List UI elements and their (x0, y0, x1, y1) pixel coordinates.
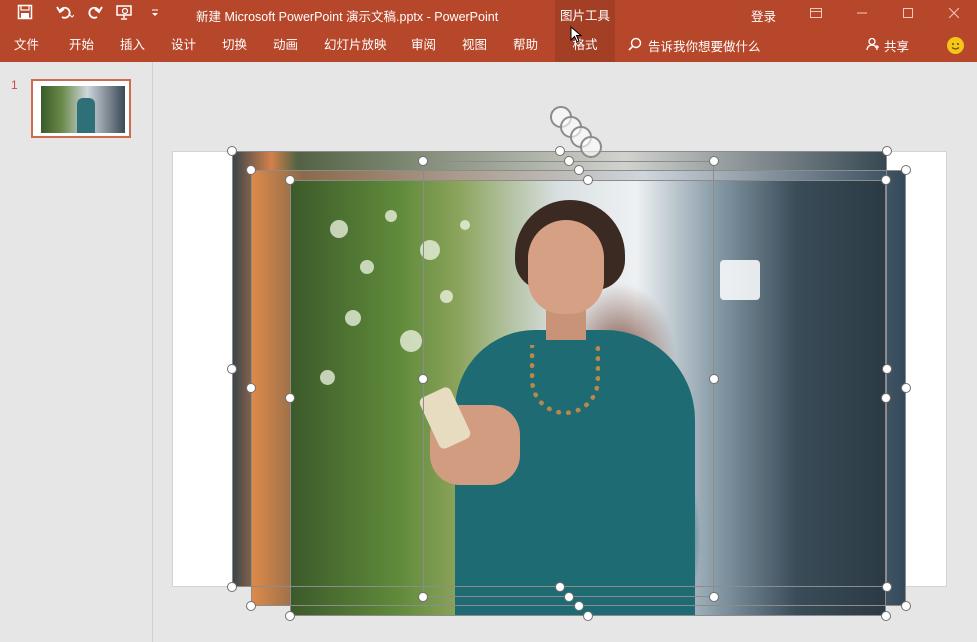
resize-handle[interactable] (882, 582, 892, 592)
minimize-icon (857, 5, 867, 23)
tab-review[interactable]: 审阅 (411, 28, 436, 62)
resize-handle[interactable] (563, 592, 574, 602)
search-icon (628, 37, 642, 54)
tab-slideshow[interactable]: 幻灯片放映 (324, 28, 387, 62)
undo-button[interactable] (50, 0, 80, 28)
tell-me-search[interactable]: 告诉我你想要做什么 (628, 28, 761, 62)
customize-qat-icon (150, 5, 160, 23)
resize-handle[interactable] (285, 393, 295, 403)
close-button[interactable] (931, 0, 977, 28)
close-icon (948, 5, 960, 23)
resize-handle[interactable] (709, 592, 719, 602)
resize-handle[interactable] (246, 165, 256, 175)
undo-icon (56, 4, 75, 25)
ribbon-display-options-button[interactable] (793, 0, 839, 28)
resize-handle[interactable] (554, 582, 565, 592)
rotate-handle-icon[interactable] (580, 136, 602, 158)
resize-handle[interactable] (709, 156, 719, 166)
ribbon-tabs: 文件 开始 插入 设计 切换 动画 幻灯片放映 审阅 视图 帮助 格式 告诉我你… (0, 28, 977, 62)
save-button[interactable] (0, 0, 50, 28)
resize-handle[interactable] (246, 601, 256, 611)
quick-access-toolbar (0, 0, 170, 28)
resize-handle[interactable] (881, 393, 891, 403)
redo-button[interactable] (80, 0, 110, 28)
tab-insert[interactable]: 插入 (120, 28, 145, 62)
maximize-icon (903, 5, 913, 23)
tell-me-label: 告诉我你想要做什么 (648, 39, 761, 54)
login-link[interactable]: 登录 (751, 6, 776, 25)
customize-qat-button[interactable] (140, 0, 170, 28)
tab-view[interactable]: 视图 (462, 28, 487, 62)
resize-handle[interactable] (285, 611, 295, 621)
redo-icon (87, 4, 103, 25)
tab-transitions[interactable]: 切换 (222, 28, 247, 62)
resize-handle[interactable] (227, 364, 237, 374)
resize-handle[interactable] (901, 165, 911, 175)
tab-animations[interactable]: 动画 (273, 28, 298, 62)
tab-help[interactable]: 帮助 (513, 28, 538, 62)
resize-handle[interactable] (227, 146, 237, 156)
share-button[interactable]: 共享 (866, 28, 909, 62)
picture-main[interactable] (290, 180, 886, 616)
resize-handle[interactable] (227, 582, 237, 592)
resize-handle[interactable] (418, 156, 428, 166)
tab-file[interactable]: 文件 (14, 28, 39, 62)
mouse-cursor-icon (570, 25, 583, 49)
resize-handle[interactable] (573, 165, 584, 175)
maximize-button[interactable] (885, 0, 931, 28)
resize-handle[interactable] (881, 175, 891, 185)
present-button[interactable] (110, 0, 140, 28)
resize-handle[interactable] (554, 146, 565, 156)
title-bar: 新建 Microsoft PowerPoint 演示文稿.pptx - Powe… (0, 0, 977, 28)
feedback-smiley-icon[interactable] (947, 37, 964, 54)
resize-handle[interactable] (583, 611, 593, 621)
tab-format[interactable]: 格式 (555, 28, 615, 62)
resize-handle[interactable] (882, 146, 892, 156)
window-controls (793, 0, 977, 28)
share-label: 共享 (884, 39, 910, 54)
ribbon-display-icon (810, 5, 822, 23)
save-icon (17, 4, 33, 25)
document-title: 新建 Microsoft PowerPoint 演示文稿.pptx - Powe… (196, 10, 499, 24)
resize-handle[interactable] (246, 383, 256, 393)
tab-design[interactable]: 设计 (171, 28, 196, 62)
resize-handle[interactable] (882, 364, 892, 374)
resize-handle[interactable] (881, 611, 891, 621)
tab-home[interactable]: 开始 (69, 28, 94, 62)
person-icon (866, 37, 880, 54)
slide-thumbnail[interactable] (31, 79, 131, 138)
thumbnail-picture (41, 86, 125, 133)
resize-handle[interactable] (709, 374, 719, 384)
resize-handle[interactable] (583, 175, 593, 185)
present-from-start-icon (116, 4, 134, 25)
minimize-button[interactable] (839, 0, 885, 28)
resize-handle[interactable] (901, 383, 911, 393)
slide-number: 1 (11, 78, 18, 92)
resize-handle[interactable] (285, 175, 295, 185)
resize-handle[interactable] (573, 601, 584, 611)
resize-handle[interactable] (418, 592, 428, 602)
resize-handle[interactable] (901, 601, 911, 611)
resize-handle[interactable] (418, 374, 428, 384)
picture-tools-label: 图片工具 (555, 0, 615, 28)
resize-handle[interactable] (563, 156, 574, 166)
slide-thumbnail-pane: 1 (0, 62, 153, 642)
